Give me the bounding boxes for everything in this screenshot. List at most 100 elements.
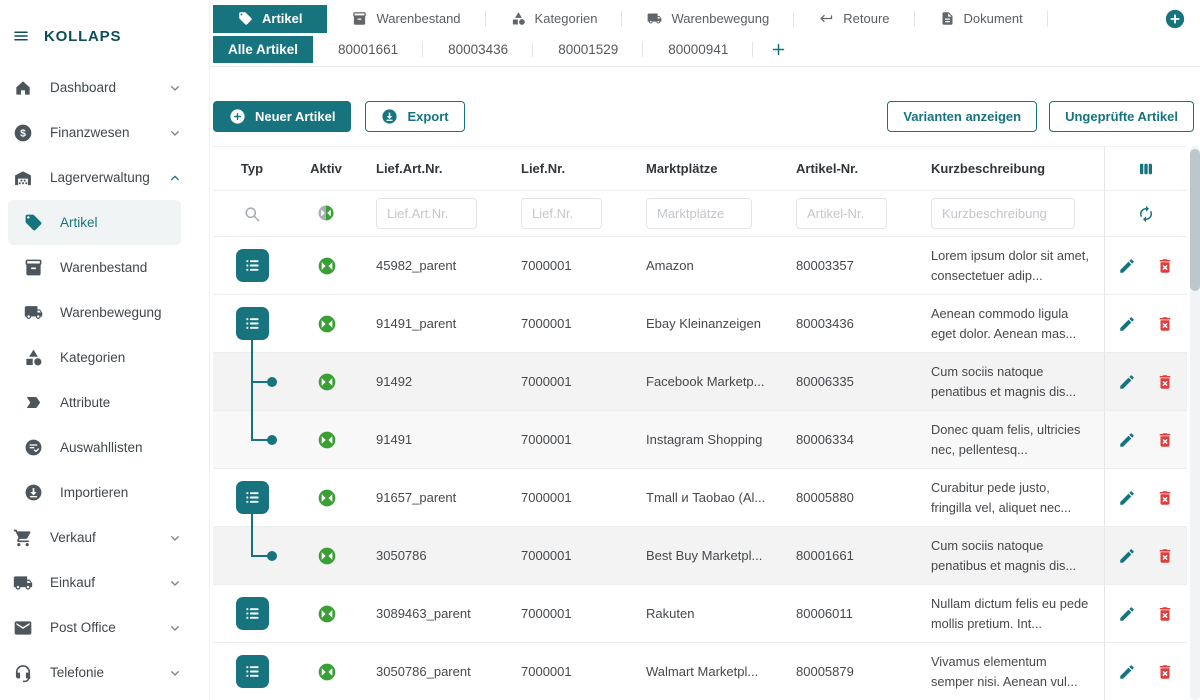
plus-circle-icon [229, 108, 246, 125]
unchecked-articles-button[interactable]: Ungeprüfte Artikel [1049, 101, 1194, 132]
aktiv-cell [291, 411, 361, 468]
lief-art-nr-cell: 91491 [361, 411, 506, 468]
filter-input-marktplaetze[interactable] [646, 198, 752, 229]
tab-artikel[interactable]: Artikel [213, 5, 327, 33]
sidebar-item-telefonie[interactable]: Telefonie [0, 650, 209, 695]
artikel-nr-cell: 80001661 [781, 527, 916, 584]
sidebar-item-importieren[interactable]: Importieren [8, 470, 181, 515]
subtab-80001661[interactable]: 80001661 [313, 36, 423, 64]
sidebar-item-einkauf[interactable]: Einkauf [0, 560, 209, 605]
tab-retoure[interactable]: Retoure [794, 5, 914, 33]
active-icon [317, 430, 337, 450]
sidebar-item-kategorien[interactable]: Kategorien [8, 335, 181, 380]
export-button[interactable]: Export [365, 101, 464, 132]
expand-children-button[interactable] [236, 655, 269, 688]
edit-row-button[interactable] [1118, 605, 1136, 623]
add-tab-button[interactable] [1164, 8, 1186, 30]
subtab-80001529[interactable]: 80001529 [533, 36, 643, 64]
edit-row-button[interactable] [1118, 257, 1136, 275]
filter-input-artikel-nr[interactable] [796, 198, 887, 229]
active-toggle[interactable] [317, 314, 336, 333]
active-toggle[interactable] [317, 372, 336, 391]
edit-row-button[interactable] [1118, 315, 1136, 333]
scrollbar-thumb[interactable] [1190, 149, 1200, 291]
edit-icon [1118, 257, 1136, 275]
active-toggle[interactable] [317, 430, 336, 449]
columns-icon [1137, 160, 1155, 178]
filter-input-lief-art-nr[interactable] [376, 198, 477, 229]
subtab-80003436[interactable]: 80003436 [423, 36, 533, 64]
delete-row-button[interactable] [1156, 663, 1174, 681]
tab-warenbestand[interactable]: Warenbestand [327, 5, 485, 33]
table-row[interactable]: 91491_parent7000001Ebay Kleinanzeigen800… [213, 294, 1187, 352]
sidebar-item-artikel[interactable]: Artikel [8, 200, 181, 245]
lief-nr-cell: 7000001 [506, 469, 631, 526]
delete-row-button[interactable] [1156, 315, 1174, 333]
add-subtab-button[interactable] [753, 36, 804, 64]
active-toggle[interactable] [317, 604, 336, 623]
tab-dokument[interactable]: Dokument [915, 5, 1048, 33]
table-row[interactable]: 3089463_parent7000001Rakuten80006011Null… [213, 584, 1187, 642]
edit-row-button[interactable] [1118, 663, 1136, 681]
menu-toggle-button[interactable] [12, 27, 30, 45]
expand-children-button[interactable] [236, 307, 269, 340]
filter-aktiv-toggle[interactable] [291, 191, 361, 236]
list-icon [242, 661, 263, 682]
sidebar-item-finanzwesen[interactable]: $Finanzwesen [0, 110, 209, 155]
tab-kategorien[interactable]: Kategorien [486, 5, 623, 33]
vertical-scrollbar[interactable] [1190, 146, 1200, 700]
artikel-nr-cell: 80003357 [781, 237, 916, 294]
delete-row-button[interactable] [1156, 373, 1174, 391]
lief-nr-cell: 7000001 [506, 527, 631, 584]
refresh-button[interactable] [1137, 205, 1155, 223]
subtab-alle-artikel[interactable]: Alle Artikel [213, 36, 313, 64]
table-row[interactable]: 3050786_parent7000001Walmart Marketpl...… [213, 642, 1187, 700]
delete-row-button[interactable] [1156, 431, 1174, 449]
edit-row-button[interactable] [1118, 547, 1136, 565]
sidebar-item-warenbestand[interactable]: Warenbestand [8, 245, 181, 290]
typ-cell [213, 295, 291, 352]
table-row[interactable]: 45982_parent7000001Amazon80003357Lorem i… [213, 236, 1187, 294]
new-article-button[interactable]: Neuer Artikel [213, 101, 351, 132]
filter-input-kurzbeschreibung[interactable] [931, 198, 1075, 229]
table-row[interactable]: 91657_parent7000001Tmall и Taobao (Al...… [213, 468, 1187, 526]
download-icon [381, 108, 398, 125]
column-header-actions [1104, 147, 1187, 190]
sidebar-item-lagerverwaltung[interactable]: Lagerverwaltung [0, 155, 209, 200]
show-variants-button[interactable]: Varianten anzeigen [887, 101, 1037, 132]
expand-children-button[interactable] [236, 249, 269, 282]
active-toggle[interactable] [317, 256, 336, 275]
articles-table: TypAktivLief.Art.Nr.Lief.Nr.MarktplätzeA… [213, 146, 1187, 700]
sidebar-item-auswahllisten[interactable]: Auswahllisten [8, 425, 181, 470]
unchecked-articles-label: Ungeprüfte Artikel [1065, 109, 1178, 124]
filter-cell-artikel-nr [781, 191, 916, 236]
expand-children-button[interactable] [236, 597, 269, 630]
edit-row-button[interactable] [1118, 373, 1136, 391]
active-icon [317, 314, 337, 334]
active-toggle[interactable] [317, 488, 336, 507]
warehouse-icon [13, 168, 33, 188]
subtab-80000941[interactable]: 80000941 [643, 36, 753, 64]
expand-children-button[interactable] [236, 481, 269, 514]
filter-input-lief-nr[interactable] [521, 198, 602, 229]
delete-row-button[interactable] [1156, 547, 1174, 565]
sidebar-item-verkauf[interactable]: Verkauf [0, 515, 209, 560]
subtab-label: Alle Artikel [228, 42, 298, 57]
delete-row-button[interactable] [1156, 257, 1174, 275]
filter-typ[interactable] [213, 191, 291, 236]
sidebar-item-attribute[interactable]: Attribute [8, 380, 181, 425]
column-settings-button[interactable] [1137, 160, 1155, 178]
edit-row-button[interactable] [1118, 431, 1136, 449]
active-toggle[interactable] [317, 662, 336, 681]
delete-row-button[interactable] [1156, 489, 1174, 507]
active-toggle[interactable] [317, 546, 336, 565]
sidebar-item-dashboard[interactable]: Dashboard [0, 65, 209, 110]
tab-warenbewegung[interactable]: Warenbewegung [622, 5, 794, 33]
table-row[interactable]: 914917000001Instagram Shopping80006334Do… [213, 410, 1187, 468]
delete-row-button[interactable] [1156, 605, 1174, 623]
edit-row-button[interactable] [1118, 489, 1136, 507]
sidebar-item-warenbewegung[interactable]: Warenbewegung [8, 290, 181, 335]
sidebar-item-post-office[interactable]: Post Office [0, 605, 209, 650]
table-row[interactable]: 30507867000001Best Buy Marketpl...800016… [213, 526, 1187, 584]
table-row[interactable]: 914927000001Facebook Marketp...80006335C… [213, 352, 1187, 410]
